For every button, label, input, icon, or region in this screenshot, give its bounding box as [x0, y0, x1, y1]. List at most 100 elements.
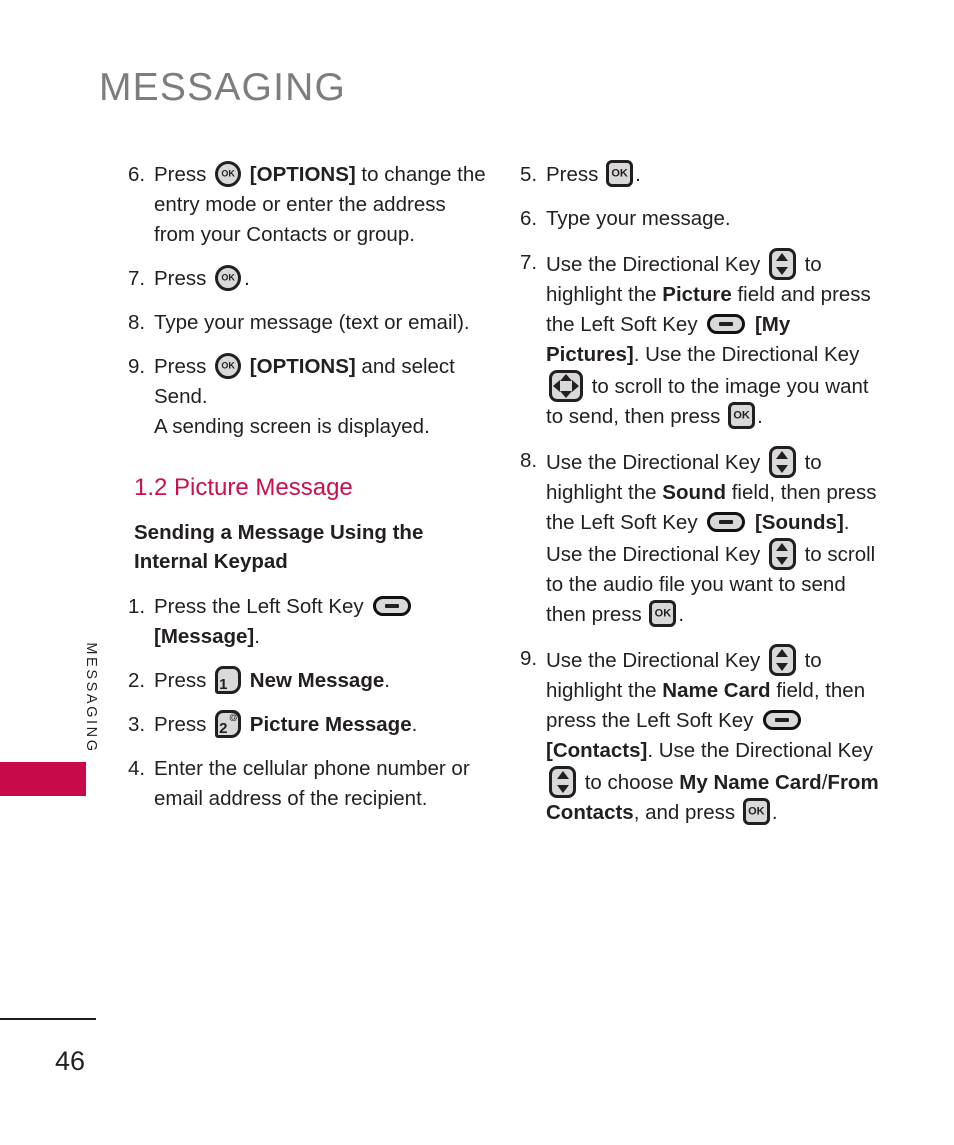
tri-up-arrow-icon — [776, 649, 789, 657]
left-soft-key-icon — [707, 512, 746, 532]
step-text: to choose — [579, 771, 680, 794]
step-number: 8. — [520, 449, 538, 472]
key-digit: 1 — [219, 676, 228, 693]
step-number: 4. — [128, 757, 146, 780]
step-body: Press 2 @ Picture Message. — [154, 710, 488, 740]
step-number: 7. — [520, 251, 538, 274]
ok-round-icon — [215, 161, 242, 187]
instruction-step: 8. Use the Directional Key to highlight t… — [520, 446, 880, 630]
ok-square-icon — [606, 160, 634, 187]
step-emphasis: [OPTIONS] — [244, 355, 356, 378]
step-emphasis: Sound — [662, 481, 727, 504]
step-text: Type your message (text or email). — [154, 311, 470, 334]
step-number: 9. — [128, 355, 146, 378]
page-title: MESSAGING — [99, 66, 347, 109]
step-text: . — [678, 603, 685, 626]
step-number: 6. — [128, 163, 146, 186]
tri-down-arrow-icon — [776, 557, 789, 565]
directional-key-4way-icon — [549, 370, 583, 402]
step-body: Press [OPTIONS] to change the entry mode… — [154, 160, 488, 250]
step-text: , and press — [633, 801, 741, 824]
step-emphasis: [OPTIONS] — [244, 163, 356, 186]
section-heading: 1.2 Picture Message — [134, 474, 353, 501]
step-text: . Use the Directional Key — [647, 739, 873, 762]
instruction-step: 7. Use the Directional Key to highlight t… — [520, 248, 880, 432]
instruction-step: 5. Press . — [520, 160, 880, 190]
instruction-step: 2. Press 1 ' New Message. — [128, 666, 488, 696]
step-emphasis: My Name Card — [679, 771, 822, 794]
step-body: Use the Directional Key to highlight the… — [546, 644, 880, 828]
step-text: Use the Directional Key — [546, 649, 766, 672]
step-text: . — [244, 267, 250, 290]
step-text: Press — [154, 713, 213, 736]
instruction-step: 7. Press . — [128, 264, 488, 294]
key-digit: 2 — [219, 720, 228, 737]
footer-divider — [0, 1018, 96, 1020]
key-superscript: ' — [236, 668, 239, 678]
step-text: Press — [154, 163, 213, 186]
left-soft-key-icon — [373, 596, 412, 616]
step-text: . — [757, 405, 763, 428]
step-body: Use the Directional Key to highlight the… — [546, 248, 880, 432]
step-text: Press — [546, 163, 605, 186]
step-text: . Use the Directional Key — [633, 343, 860, 366]
right-step-list: 5. Press . 6. Type your message. 7. Use the D… — [520, 160, 880, 828]
step-text: Press — [154, 355, 213, 378]
tri-left-arrow-icon — [553, 380, 560, 392]
step-number: 1. — [128, 595, 146, 618]
side-tab-marker — [0, 762, 86, 796]
instruction-step: 6. Type your message. — [520, 204, 880, 234]
tri-down-arrow-icon — [556, 785, 569, 793]
instruction-step: 3. Press 2 @ Picture Message. — [128, 710, 488, 740]
instruction-step: 6. Press [OPTIONS] to change the entry mo… — [128, 160, 488, 250]
tri-down-arrow-icon — [776, 465, 789, 473]
step-emphasis: [Message] — [154, 625, 255, 648]
step-text: Press — [154, 267, 213, 290]
step-text: Enter the cellular phone number or email… — [154, 757, 470, 810]
tri-up-arrow-icon — [556, 771, 569, 779]
keypad-key-1-icon: 1 ' — [215, 666, 242, 694]
left-soft-key-icon — [707, 314, 746, 334]
step-text: . — [771, 801, 778, 824]
tri-up-arrow-icon — [776, 543, 789, 551]
tri-up-arrow-icon — [776, 451, 789, 459]
left-soft-key-icon — [763, 710, 802, 730]
step-text: Use the Directional Key — [546, 451, 766, 474]
step-body: Enter the cellular phone number or email… — [154, 754, 488, 814]
step-text: . — [384, 669, 390, 692]
step-emphasis: Name Card — [662, 679, 771, 702]
step-body: Press . — [154, 264, 488, 294]
step-emphasis: [Contacts] — [546, 739, 648, 762]
ok-square-icon — [742, 798, 770, 825]
page-number: 46 — [55, 1046, 86, 1076]
step-text: Type your message. — [546, 207, 731, 230]
step-number: 3. — [128, 713, 146, 736]
tri-down-arrow-icon — [776, 663, 789, 671]
instruction-step: 8. Type your message (text or email). — [128, 308, 488, 338]
directional-key-vertical-icon — [549, 766, 576, 798]
ok-round-icon — [215, 265, 242, 291]
tri-right-arrow-icon — [572, 380, 579, 392]
left-step-list-bottom: 1. Press the Left Soft Key [Message]. 2. Pr… — [128, 592, 488, 814]
right-column: 5. Press . 6. Type your message. 7. Use the D… — [520, 160, 880, 842]
directional-key-vertical-icon — [768, 446, 796, 478]
step-number: 9. — [520, 647, 538, 670]
ok-square-icon — [649, 600, 677, 627]
ok-round-icon — [215, 353, 242, 379]
tri-up-arrow-icon — [560, 374, 572, 381]
keypad-key-2-icon: 2 @ — [215, 710, 242, 738]
step-number: 5. — [520, 163, 538, 186]
step-text: . — [635, 163, 641, 186]
step-emphasis: [Sounds] — [749, 511, 844, 534]
instruction-step: 9. Press [OPTIONS] and select Send.A send… — [128, 352, 488, 442]
step-number: 8. — [128, 311, 146, 334]
step-text: to scroll to the image you want to send,… — [546, 375, 869, 428]
step-emphasis: New Message — [244, 669, 385, 692]
step-number: 7. — [128, 267, 146, 290]
step-body: Type your message. — [546, 204, 880, 234]
tri-up-arrow-icon — [776, 253, 789, 261]
directional-key-vertical-icon — [768, 248, 796, 280]
step-body: Type your message (text or email). — [154, 308, 488, 338]
directional-key-vertical-icon — [768, 644, 796, 676]
instruction-step: 4. Enter the cellular phone number or ema… — [128, 754, 488, 814]
